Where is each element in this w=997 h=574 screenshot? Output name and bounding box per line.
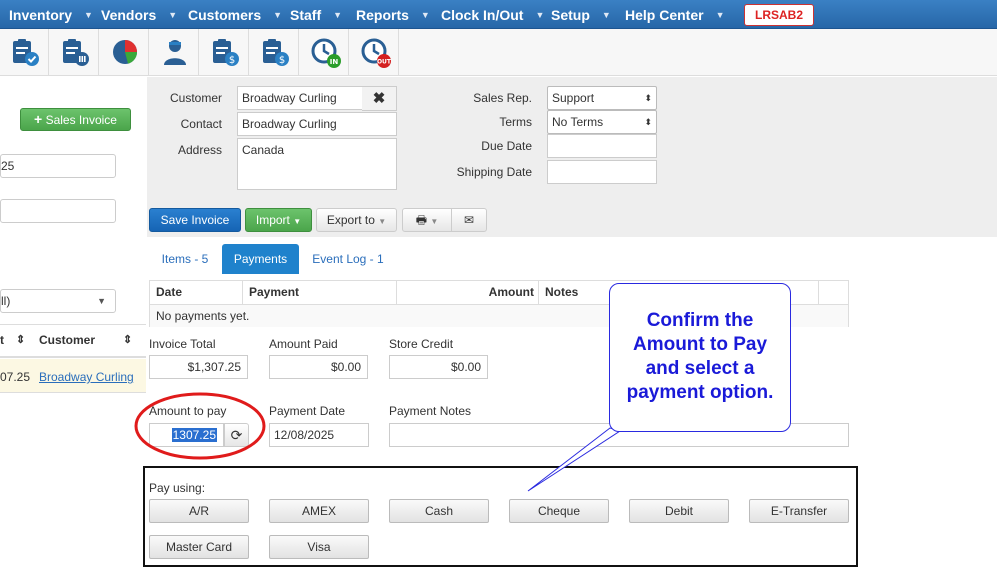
pay-etransfer-button[interactable]: E-Transfer [749,499,849,523]
printer-icon: 🖶 [415,213,428,227]
svg-text:$: $ [229,55,235,66]
chevron-down-icon: ▼ [420,10,430,20]
new-sales-invoice-button[interactable]: + Sales Invoice [20,108,131,131]
svg-text:OUT: OUT [377,59,392,66]
chevron-down-icon: ▼ [97,296,106,306]
pay-amex-button[interactable]: AMEX [269,499,369,523]
chevron-updown-icon: ⬍ [644,93,652,103]
envelope-icon: ✉ [463,213,475,227]
highlight-circle [134,392,266,460]
left-filter-input-1[interactable]: 25 [0,154,116,178]
pay-cheque-button[interactable]: Cheque [509,499,609,523]
terms-select[interactable]: No Terms ⬍ [547,110,657,134]
license-badge[interactable]: LRSAB2 [744,4,814,26]
pay-cash-button[interactable]: Cash [389,499,489,523]
sort-icon[interactable]: ⇕ [123,333,132,346]
print-button[interactable]: 🖶 ▼ [402,208,452,232]
toolbar-clock-out-button[interactable]: OUT [350,29,399,75]
email-button[interactable]: ✉ [451,208,487,232]
invoice-total-field: $1,307.25 [149,355,248,379]
chevron-down-icon: ▼ [333,10,343,20]
contact-input[interactable]: Broadway Curling [237,112,397,136]
toolbar-clock-in-button[interactable]: IN [300,29,349,75]
tutorial-callout: Confirm the Amount to Pay and select a p… [609,283,791,432]
toolbar-invoice-button[interactable] [0,29,49,75]
nav-reports[interactable]: Reports ▼ [356,7,430,23]
clipboard-list-icon [63,39,89,66]
column-amount: Amount [397,281,539,304]
nav-setup[interactable]: Setup ▼ [551,7,611,23]
icon-toolbar: $ $ IN OUT [0,29,997,76]
chevron-down-icon: ▼ [535,10,545,20]
toolbar-payment-button[interactable]: $ [200,29,249,75]
chevron-updown-icon: ⬍ [644,117,652,127]
chevron-down-icon: ▼ [168,10,178,20]
caret-down-icon: ▼ [430,217,439,226]
chevron-down-icon: ▼ [84,10,93,20]
table-row[interactable]: 07.25 Broadway Curling [0,359,146,393]
import-button[interactable]: Import ▼ [245,208,312,232]
pay-ar-button[interactable]: A/R [149,499,249,523]
store-credit-field: $0.00 [389,355,488,379]
column-customer[interactable]: Customer [39,333,95,347]
toolbar-list-button[interactable] [50,29,99,75]
export-button[interactable]: Export to ▼ [316,208,397,232]
clipboard-dollar-icon: $ [263,39,289,66]
plus-icon: + [34,111,43,127]
tab-event-log[interactable]: Event Log - 1 [303,244,393,274]
svg-text:$: $ [279,55,285,66]
clock-out-icon: OUT [361,38,392,68]
customer-input[interactable]: Broadway Curling [237,86,363,110]
customer-link[interactable]: Broadway Curling [39,370,134,384]
caret-down-icon: ▼ [293,217,302,226]
nav-vendors[interactable]: Vendors ▼ [101,7,177,23]
due-date-input[interactable] [547,134,657,158]
tab-payments[interactable]: Payments [222,244,299,274]
shipping-date-input[interactable] [547,160,657,184]
column-payment: Payment [243,281,397,304]
pay-visa-button[interactable]: Visa [269,535,369,559]
toolbar-staff-button[interactable] [150,29,199,75]
toolbar-payment2-button[interactable]: $ [250,29,299,75]
column-date: Date [150,281,243,304]
nav-inventory[interactable]: Inventory ▼ [9,7,93,23]
toolbar-report-button[interactable] [100,29,149,75]
nav-staff[interactable]: Staff ▼ [290,7,342,23]
address-textarea[interactable]: Canada [237,138,397,190]
clipboard-dollar-icon: $ [213,39,239,66]
sales-rep-select[interactable]: Support ⬍ [547,86,657,110]
sort-icon[interactable]: ⇕ [16,333,25,346]
chevron-down-icon: ▼ [601,10,611,20]
nav-customers[interactable]: Customers ▼ [188,7,282,23]
payment-date-input[interactable]: 12/08/2025 [269,423,369,447]
svg-text:IN: IN [330,58,339,66]
nav-help[interactable]: Help Center ▼ [625,7,725,23]
tab-items[interactable]: Items - 5 [149,244,221,274]
left-filter-input-2[interactable] [0,199,116,223]
amount-paid-field: $0.00 [269,355,368,379]
chevron-down-icon: ▼ [273,10,283,20]
caret-down-icon: ▼ [378,217,387,226]
left-table-header: t ⇕ Customer ⇕ [0,324,146,358]
pay-debit-button[interactable]: Debit [629,499,729,523]
chevron-down-icon: ▼ [715,10,725,20]
user-icon [164,40,186,65]
clock-in-icon: IN [311,38,341,68]
pie-chart-icon [113,40,137,64]
clipboard-check-icon [13,39,39,66]
top-nav: Inventory ▼ Vendors ▼ Customers ▼ Staff ▼ Re… [0,0,997,29]
save-invoice-button[interactable]: Save Invoice [149,208,241,232]
pay-mastercard-button[interactable]: Master Card [149,535,249,559]
nav-clock[interactable]: Clock In/Out ▼ [441,7,544,23]
clear-customer-button[interactable]: ✖ [362,86,397,111]
left-filter-select[interactable]: ll) ▼ [0,289,116,313]
close-icon: ✖ [372,90,386,107]
